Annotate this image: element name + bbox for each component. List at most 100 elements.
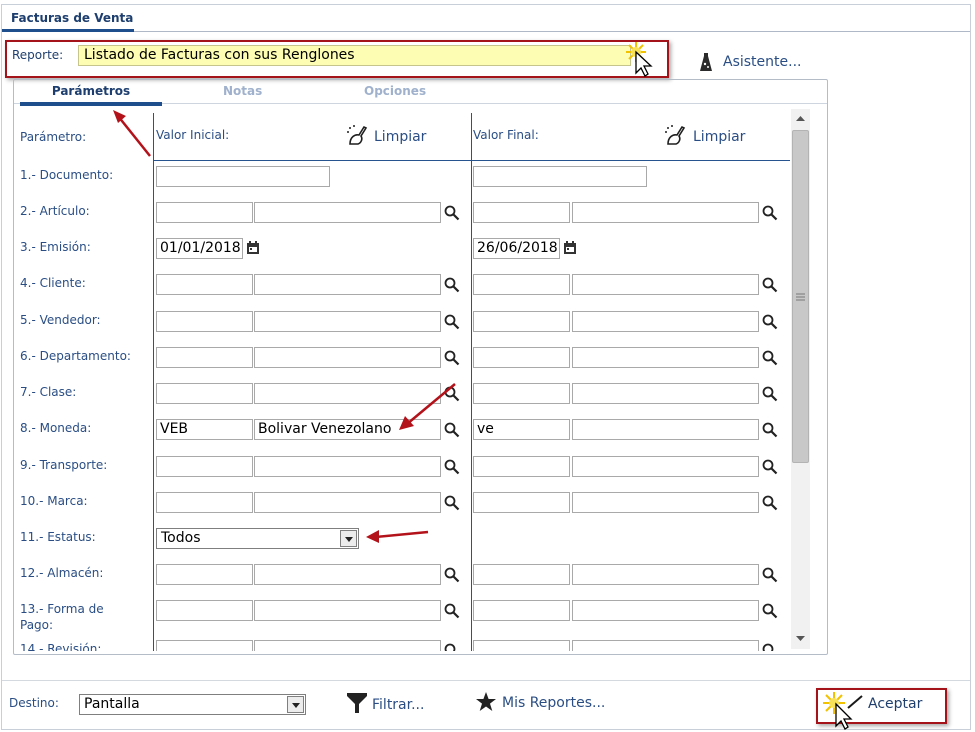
transporte-final-desc[interactable]	[572, 456, 759, 477]
search-icon[interactable]	[762, 459, 778, 475]
vendedor-final-desc[interactable]	[572, 311, 759, 332]
search-icon[interactable]	[762, 422, 778, 438]
clear-final-link[interactable]: Limpiar	[693, 129, 745, 145]
search-icon[interactable]	[762, 495, 778, 511]
transporte-initial-code[interactable]	[156, 456, 253, 477]
search-icon[interactable]	[444, 603, 460, 619]
destination-select[interactable]: Pantalla	[79, 694, 306, 715]
parameters-grid: Parámetro: Valor Inicial: Limpiar Valor …	[14, 105, 791, 651]
search-icon[interactable]	[444, 205, 460, 221]
almacen-initial-desc[interactable]	[254, 564, 441, 585]
broom-icon[interactable]	[664, 123, 688, 147]
accept-button[interactable]: Aceptar	[868, 696, 922, 712]
emision-final-date[interactable]: 26/06/2018	[473, 238, 560, 259]
search-icon[interactable]	[762, 314, 778, 330]
departamento-initial-code[interactable]	[156, 347, 253, 368]
clase-final-code[interactable]	[473, 383, 570, 404]
moneda-final-desc[interactable]	[572, 419, 759, 440]
revision-initial-code[interactable]	[156, 640, 253, 651]
transporte-initial-desc[interactable]	[254, 456, 441, 477]
departamento-final-desc[interactable]	[572, 347, 759, 368]
column-divider	[153, 113, 154, 651]
transporte-final-code[interactable]	[473, 456, 570, 477]
pointer-cursor-icon	[626, 42, 653, 77]
vendedor-initial-desc[interactable]	[254, 311, 441, 332]
vendedor-final-code[interactable]	[473, 311, 570, 332]
departamento-initial-desc[interactable]	[254, 347, 441, 368]
vendedor-initial-code[interactable]	[156, 311, 253, 332]
clase-final-desc[interactable]	[572, 383, 759, 404]
search-icon[interactable]	[762, 277, 778, 293]
search-icon[interactable]	[762, 205, 778, 221]
scroll-down-icon[interactable]	[791, 630, 810, 646]
wizard-link[interactable]: Asistente...	[723, 54, 801, 70]
clear-initial-link[interactable]: Limpiar	[374, 129, 426, 145]
articulo-initial-code[interactable]	[156, 202, 253, 223]
star-icon[interactable]	[475, 691, 497, 713]
almacen-initial-code[interactable]	[156, 564, 253, 585]
grip-icon	[796, 293, 805, 301]
search-icon[interactable]	[444, 314, 460, 330]
marca-initial-code[interactable]	[156, 492, 253, 513]
my-reports-link[interactable]: Mis Reportes...	[502, 695, 605, 711]
chevron-down-icon[interactable]	[340, 530, 357, 547]
formapago-final-desc[interactable]	[572, 600, 759, 621]
tab-notas[interactable]: Notas	[223, 84, 262, 98]
wizard-icon[interactable]	[698, 52, 714, 72]
search-icon[interactable]	[762, 567, 778, 583]
articulo-final-desc[interactable]	[572, 202, 759, 223]
moneda-initial-code[interactable]: VEB	[156, 419, 253, 440]
calendar-icon[interactable]	[246, 241, 260, 255]
moneda-final-code[interactable]: ve	[473, 419, 570, 440]
articulo-initial-desc[interactable]	[254, 202, 441, 223]
report-field[interactable]: Listado de Facturas con sus Renglones	[78, 45, 631, 66]
marca-initial-desc[interactable]	[254, 492, 441, 513]
filter-icon[interactable]	[346, 691, 368, 715]
estatus-select[interactable]: Todos	[156, 528, 359, 549]
formapago-final-code[interactable]	[473, 600, 570, 621]
cliente-final-desc[interactable]	[572, 274, 759, 295]
search-icon[interactable]	[762, 386, 778, 402]
revision-final-desc[interactable]	[572, 640, 759, 651]
destination-label: Destino:	[9, 696, 59, 710]
search-icon[interactable]	[444, 495, 460, 511]
revision-initial-desc[interactable]	[254, 640, 441, 651]
search-icon[interactable]	[444, 277, 460, 293]
calendar-icon[interactable]	[563, 241, 577, 255]
search-icon[interactable]	[762, 350, 778, 366]
param-label: 4.- Cliente:	[20, 276, 86, 290]
cliente-initial-code[interactable]	[156, 274, 253, 295]
filter-link[interactable]: Filtrar...	[372, 697, 424, 713]
almacen-final-desc[interactable]	[572, 564, 759, 585]
emision-initial-date[interactable]: 01/01/2018	[156, 238, 243, 259]
param-label: 9.- Transporte:	[20, 458, 108, 472]
formapago-initial-desc[interactable]	[254, 600, 441, 621]
red-arrow	[366, 530, 429, 543]
search-icon[interactable]	[444, 350, 460, 366]
broom-icon[interactable]	[346, 123, 370, 147]
param-label: 13.- Forma de Pago:	[20, 602, 104, 632]
marca-final-desc[interactable]	[572, 492, 759, 513]
cliente-final-code[interactable]	[473, 274, 570, 295]
search-icon[interactable]	[762, 643, 778, 651]
scroll-up-icon[interactable]	[791, 111, 810, 127]
almacen-final-code[interactable]	[473, 564, 570, 585]
search-icon[interactable]	[444, 459, 460, 475]
cliente-initial-desc[interactable]	[254, 274, 441, 295]
documento-final-input[interactable]	[473, 166, 647, 187]
documento-initial-input[interactable]	[156, 166, 330, 187]
search-icon[interactable]	[444, 643, 460, 651]
formapago-initial-code[interactable]	[156, 600, 253, 621]
search-icon[interactable]	[444, 567, 460, 583]
tab-parametros[interactable]: Parámetros	[20, 84, 162, 106]
revision-final-code[interactable]	[473, 640, 570, 651]
window-tab-facturas[interactable]: Facturas de Venta	[2, 6, 134, 32]
chevron-down-icon[interactable]	[287, 696, 304, 713]
param-label: 8.- Moneda:	[20, 421, 92, 435]
tab-opciones[interactable]: Opciones	[364, 84, 426, 98]
search-icon[interactable]	[762, 603, 778, 619]
clase-initial-code[interactable]	[156, 383, 253, 404]
marca-final-code[interactable]	[473, 492, 570, 513]
departamento-final-code[interactable]	[473, 347, 570, 368]
articulo-final-code[interactable]	[473, 202, 570, 223]
